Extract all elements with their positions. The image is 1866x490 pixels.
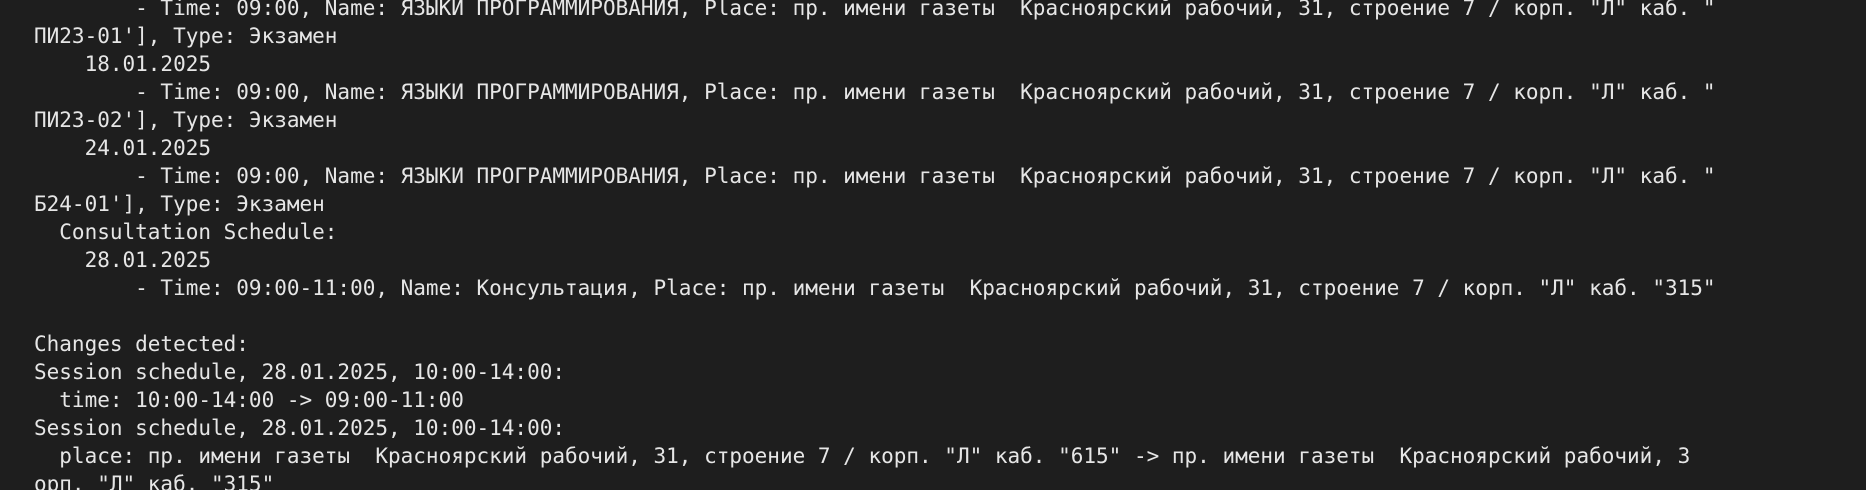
terminal-line: - Time: 09:00-11:00, Name: Консультация,…: [34, 276, 1716, 300]
terminal-line: 24.01.2025: [34, 136, 212, 160]
terminal-line: 28.01.2025: [34, 248, 212, 272]
terminal-line: ПИ23-01'], Type: Экзамен: [34, 24, 338, 48]
terminal-line: - Time: 09:00, Name: ЯЗЫКИ ПРОГРАММИРОВА…: [34, 164, 1716, 188]
terminal-line: place: пр. имени газеты Красноярский раб…: [34, 444, 1691, 468]
terminal-line: Session schedule, 28.01.2025, 10:00-14:0…: [34, 416, 566, 440]
terminal-line: орп. "Л" каб. "315": [34, 472, 275, 490]
terminal-line: - Time: 09:00, Name: ЯЗЫКИ ПРОГРАММИРОВА…: [34, 80, 1716, 104]
terminal-output: - Time: 09:00, Name: ЯЗЫКИ ПРОГРАММИРОВА…: [34, 0, 1716, 490]
terminal-line: Changes detected:: [34, 332, 249, 356]
terminal-line: Consultation Schedule:: [34, 220, 338, 244]
terminal-line: ПИ23-02'], Type: Экзамен: [34, 108, 338, 132]
terminal-line: 18.01.2025: [34, 52, 212, 76]
terminal-line: Б24-01'], Type: Экзамен: [34, 192, 325, 216]
terminal-window[interactable]: - Time: 09:00, Name: ЯЗЫКИ ПРОГРАММИРОВА…: [0, 0, 1866, 490]
terminal-line: time: 10:00-14:00 -> 09:00-11:00: [34, 388, 464, 412]
terminal-line: Session schedule, 28.01.2025, 10:00-14:0…: [34, 360, 566, 384]
terminal-line: - Time: 09:00, Name: ЯЗЫКИ ПРОГРАММИРОВА…: [34, 0, 1716, 20]
